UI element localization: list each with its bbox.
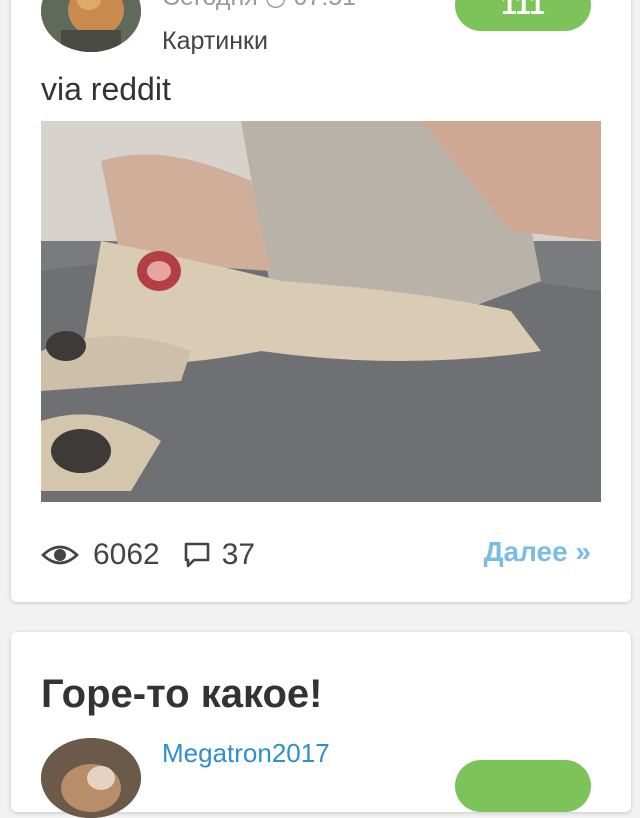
post-card: Сегодня ◷ 07:51 Картинки 111 via reddit bbox=[11, 0, 631, 602]
post-image[interactable] bbox=[41, 121, 601, 502]
avatar-image bbox=[41, 738, 141, 818]
comment-icon[interactable] bbox=[182, 540, 212, 570]
author-avatar[interactable] bbox=[41, 0, 141, 52]
read-more-link[interactable]: Далее » bbox=[484, 536, 591, 568]
eye-icon bbox=[41, 543, 79, 567]
author-avatar[interactable] bbox=[41, 738, 141, 818]
author-name[interactable]: Megatron2017 bbox=[162, 738, 330, 769]
post-time: Сегодня ◷ 07:51 bbox=[162, 0, 356, 12]
post-title[interactable]: Горе-то какое! bbox=[41, 672, 322, 717]
post-text: via reddit bbox=[41, 71, 171, 107]
post-category[interactable]: Картинки bbox=[162, 27, 268, 56]
post-card: Горе-то какое! Megatron2017 bbox=[11, 632, 631, 818]
views-count: 6062 bbox=[93, 538, 160, 571]
avatar-image bbox=[41, 0, 141, 52]
post-stats: 6062 37 bbox=[41, 535, 255, 575]
comments-count[interactable]: 37 bbox=[222, 538, 255, 572]
photo-content bbox=[41, 121, 601, 502]
rating-button[interactable]: 111 bbox=[455, 0, 591, 31]
rating-button[interactable] bbox=[455, 760, 591, 812]
